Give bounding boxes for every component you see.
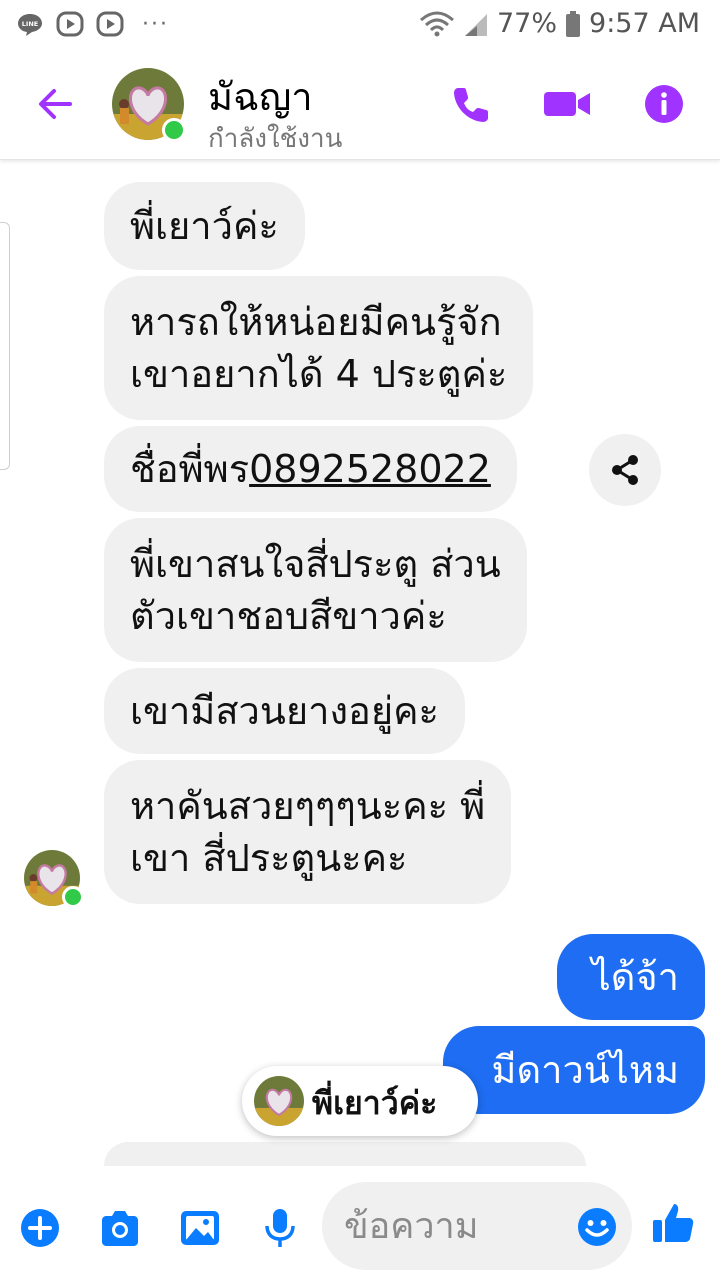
emoji-icon[interactable]	[576, 1206, 618, 1248]
message-bubble[interactable]: ชื่อพี่พร0892528022	[104, 426, 517, 512]
camera-icon[interactable]	[98, 1206, 142, 1250]
microphone-icon[interactable]	[258, 1206, 302, 1250]
edge-panel-handle[interactable]	[0, 222, 10, 470]
chip-text: พี่เยาว์ค่ะ	[312, 1084, 438, 1122]
message-input[interactable]	[344, 1202, 564, 1250]
battery-icon	[566, 10, 581, 37]
message-text: ชื่อพี่พร	[130, 447, 250, 491]
wifi-icon	[420, 11, 454, 36]
online-indicator	[62, 886, 84, 908]
sent-message-bubble[interactable]: ได้จ้า	[557, 934, 705, 1020]
sent-message-bubble[interactable]: มีดาวน์ไหม	[443, 1026, 705, 1114]
play-icon	[96, 11, 124, 37]
info-icon[interactable]	[642, 82, 686, 126]
signal-icon	[465, 13, 487, 36]
active-status: กำลังใช้งาน	[208, 124, 343, 154]
phone-number-link[interactable]: 0892528022	[249, 447, 491, 491]
message-bubble[interactable]: หารถให้หน่อยมีคนรู้จัก เขาอยากได้ 4 ประต…	[104, 276, 534, 420]
message-text: ได้จ้า	[591, 955, 679, 999]
message-bubble[interactable]: พี่เขาสนใจสี่ประตู ส่วน ตัวเขาชอบสีขาวค่…	[104, 518, 527, 662]
message-text: เขามีสวนยางอยู่คะ	[130, 689, 439, 733]
gallery-icon[interactable]	[178, 1206, 222, 1250]
back-arrow-icon[interactable]	[34, 82, 78, 126]
more-notifications: ···	[142, 11, 169, 37]
message-text: มีดาวน์ไหม	[491, 1048, 679, 1092]
message-text: หาคันสวยๆๆๆนะคะ พี่	[130, 784, 486, 828]
play-icon	[56, 11, 84, 37]
thumbs-up-icon[interactable]	[650, 1200, 696, 1246]
reply-preview-chip[interactable]: พี่เยาว์ค่ะ	[242, 1066, 478, 1136]
message-text: หารถให้หน่อยมีคนรู้จัก	[130, 300, 502, 344]
share-icon	[612, 455, 638, 485]
notification-icons: LINE ···	[16, 10, 169, 38]
message-bubble[interactable]: หาคันสวยๆๆๆนะคะ พี่ เขา สี่ประตูนะคะ	[104, 760, 512, 904]
online-indicator	[162, 118, 186, 142]
share-button[interactable]	[589, 434, 661, 506]
message-text: พี่เยาว์ค่ะ	[130, 204, 279, 248]
message-bubble-partial[interactable]	[104, 1142, 586, 1166]
conversation-header: มัฉญา กำลังใช้งาน	[0, 52, 720, 160]
phone-icon[interactable]	[450, 82, 494, 126]
message-text: เขาอยากได้ 4 ประตูค่ะ	[130, 352, 508, 396]
clock: 9:57 AM	[589, 8, 700, 39]
message-bubble[interactable]: พี่เยาว์ค่ะ	[104, 182, 305, 270]
svg-text:LINE: LINE	[22, 20, 38, 28]
system-status: 77% 9:57 AM	[419, 8, 700, 39]
message-text: เขา สี่ประตูนะคะ	[130, 836, 408, 880]
message-text: พี่เขาสนใจสี่ประตู ส่วน	[130, 542, 501, 586]
line-icon: LINE	[18, 14, 42, 36]
status-bar: LINE ··· 77% 9:57 AM	[0, 0, 720, 52]
message-composer	[0, 1168, 720, 1280]
chip-avatar	[254, 1076, 304, 1126]
message-field[interactable]	[322, 1182, 632, 1270]
video-camera-icon[interactable]	[542, 82, 594, 126]
plus-icon[interactable]	[18, 1206, 62, 1250]
battery-percent: 77%	[497, 8, 558, 39]
message-text: ตัวเขาชอบสีขาวค่ะ	[130, 594, 447, 638]
message-bubble[interactable]: เขามีสวนยางอยู่คะ	[104, 668, 465, 754]
